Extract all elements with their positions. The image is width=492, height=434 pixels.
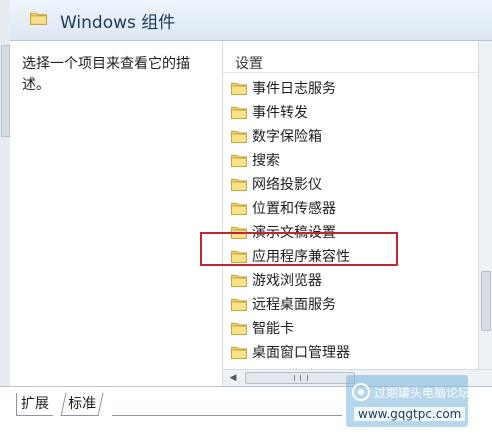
settings-list-pane: 设置 事件日志服务 事件转发数字保险箱搜索网络投影仪位置和传感器 演示文稿设置 应用程… (223, 41, 478, 369)
folder-icon (231, 154, 247, 167)
list-item[interactable]: 智能卡 (231, 316, 350, 340)
list-item-label: 桌面窗口管理器 (252, 345, 350, 361)
list-item-label: 应用程序兼容性 (252, 249, 350, 265)
folder-icon (231, 274, 247, 287)
watermark: 过期罐头电脑论坛 www.gqgtpc.com (346, 375, 471, 427)
outer-left-scroll-thumb[interactable] (1, 45, 10, 137)
column-header-divider (223, 72, 478, 73)
folder-icon (231, 202, 247, 215)
tab-standard[interactable]: 标准 (60, 393, 104, 416)
list-item[interactable]: 数字保险箱 (231, 124, 350, 148)
folder-icon (231, 82, 247, 95)
list-item-label: 事件转发 (252, 105, 308, 121)
folder-icon (231, 250, 247, 263)
list-item-label: 演示文稿设置 (252, 225, 336, 241)
scroll-grip-icon (294, 375, 308, 381)
windows-components-panel: Windows 组件 选择一个项目来查看它的描述。 设置 事件日志服务 事件转发数… (0, 0, 492, 434)
list-item[interactable]: 网络投影仪 (231, 172, 350, 196)
watermark-logo-icon (352, 383, 370, 401)
scroll-left-arrow-icon[interactable]: ◀ (227, 372, 239, 384)
list-item[interactable]: 事件日志服务 (231, 76, 350, 100)
list-item-label: 游戏浏览器 (252, 273, 322, 289)
list-item[interactable]: 事件转发 (231, 100, 350, 124)
header-bar: Windows 组件 (10, 0, 492, 41)
tab-standard-label: 标准 (68, 396, 97, 412)
list-item[interactable]: 桌面窗口管理器 (231, 340, 350, 364)
list-item[interactable]: 游戏浏览器 (231, 268, 350, 292)
vertical-scrollbar[interactable] (478, 41, 492, 369)
list-item[interactable]: 应用程序兼容性 (231, 244, 350, 268)
horizontal-scroll-thumb[interactable] (245, 372, 355, 384)
list-item[interactable]: 位置和传感器 (231, 196, 350, 220)
folder-icon (231, 130, 247, 143)
list-item-label: 事件日志服务 (252, 81, 336, 97)
folder-icon (231, 106, 247, 119)
list-item-label: 数字保险箱 (252, 129, 322, 145)
page-title: Windows 组件 (60, 13, 176, 33)
watermark-url: www.gqgtpc.com (354, 407, 466, 421)
list-item[interactable]: 演示文稿设置 (231, 220, 350, 244)
watermark-title: 过期罐头电脑论坛 (374, 386, 471, 400)
description-text: 选择一个项目来查看它的描述。 (22, 56, 190, 93)
tab-expanded[interactable]: 扩展 (16, 393, 53, 416)
folder-icon (231, 322, 247, 335)
list-item-label: 远程桌面服务 (252, 297, 336, 313)
folder-icon (30, 12, 47, 25)
folder-icon (231, 226, 247, 239)
column-header-settings[interactable]: 设置 (235, 53, 263, 73)
vertical-scroll-thumb[interactable] (481, 271, 491, 331)
list-item-label: 位置和传感器 (252, 201, 336, 217)
list-item[interactable]: 远程桌面服务 (231, 292, 350, 316)
list-item-label: 网络投影仪 (252, 177, 322, 193)
folder-icon (231, 346, 247, 359)
folder-icon (231, 298, 247, 311)
list-item[interactable]: 搜索 (231, 148, 350, 172)
list-item-label: 智能卡 (252, 321, 294, 337)
settings-list: 事件日志服务 事件转发数字保险箱搜索网络投影仪位置和传感器 演示文稿设置 应用程序兼容… (231, 76, 350, 364)
folder-icon (231, 178, 247, 191)
tabs-baseline (112, 415, 342, 416)
list-item-label: 搜索 (252, 153, 280, 169)
description-pane: 选择一个项目来查看它的描述。 (10, 41, 223, 390)
